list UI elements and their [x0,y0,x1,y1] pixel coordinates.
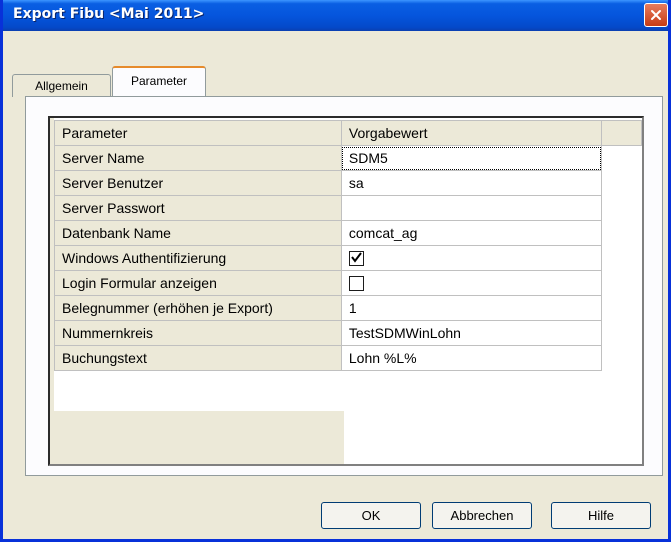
row-label: Server Benutzer [54,170,342,196]
table-row: Server Benutzer sa [54,170,642,196]
row-label: Datenbank Name [54,220,342,246]
server-user-value[interactable]: sa [340,170,603,196]
table-header-row: Parameter Vorgabewert [54,120,642,146]
row-label: Buchungstext [54,345,342,371]
table-row: Nummernkreis TestSDMWinLohn [54,320,642,346]
database-name-value[interactable]: comcat_ag [340,220,603,246]
booking-text-value[interactable]: Lohn %L% [340,345,603,371]
export-dialog: Export Fibu <Mai 2011> Allgemein Paramet… [0,0,671,542]
table-row: Server Name SDM5 [54,145,642,171]
ok-button[interactable]: OK [321,502,421,529]
server-name-value[interactable]: SDM5 [340,145,603,171]
login-form-checkbox[interactable] [348,276,364,292]
grid-empty-area [54,411,344,464]
table-row: Datenbank Name comcat_ag [54,220,642,246]
parameter-grid[interactable]: Parameter Vorgabewert Server Name SDM5 S… [48,116,644,466]
column-header-parameter[interactable]: Parameter [54,120,342,146]
title-bar[interactable]: Export Fibu <Mai 2011> [3,0,668,31]
checkmark-icon [351,252,362,264]
row-label: Server Passwort [54,195,342,221]
windows-auth-checkbox[interactable] [348,251,364,267]
login-form-cell [340,270,603,296]
row-label: Server Name [54,145,342,171]
column-header-vorgabewert[interactable]: Vorgabewert [340,120,603,146]
table-row: Buchungstext Lohn %L% [54,345,642,371]
document-number-value[interactable]: 1 [340,295,603,321]
table-row: Login Formular anzeigen [54,270,642,296]
windows-auth-cell [340,245,603,271]
window-title: Export Fibu <Mai 2011> [13,6,205,22]
help-button[interactable]: Hilfe [551,502,651,529]
tab-allgemein[interactable]: Allgemein [12,74,111,97]
close-button[interactable] [644,3,668,27]
row-label: Windows Authentifizierung [54,245,342,271]
server-password-value[interactable] [340,195,603,221]
row-label: Nummernkreis [54,320,342,346]
parameter-table: Parameter Vorgabewert Server Name SDM5 S… [54,120,642,371]
cancel-button[interactable]: Abbrechen [432,502,532,529]
row-label: Login Formular anzeigen [54,270,342,296]
column-header-filler [601,120,642,146]
tab-parameter[interactable]: Parameter [112,66,206,96]
close-icon [651,10,661,20]
table-row: Server Passwort [54,195,642,221]
number-range-value[interactable]: TestSDMWinLohn [340,320,603,346]
table-row: Windows Authentifizierung [54,245,642,271]
row-label: Belegnummer (erhöhen je Export) [54,295,342,321]
table-row: Belegnummer (erhöhen je Export) 1 [54,295,642,321]
